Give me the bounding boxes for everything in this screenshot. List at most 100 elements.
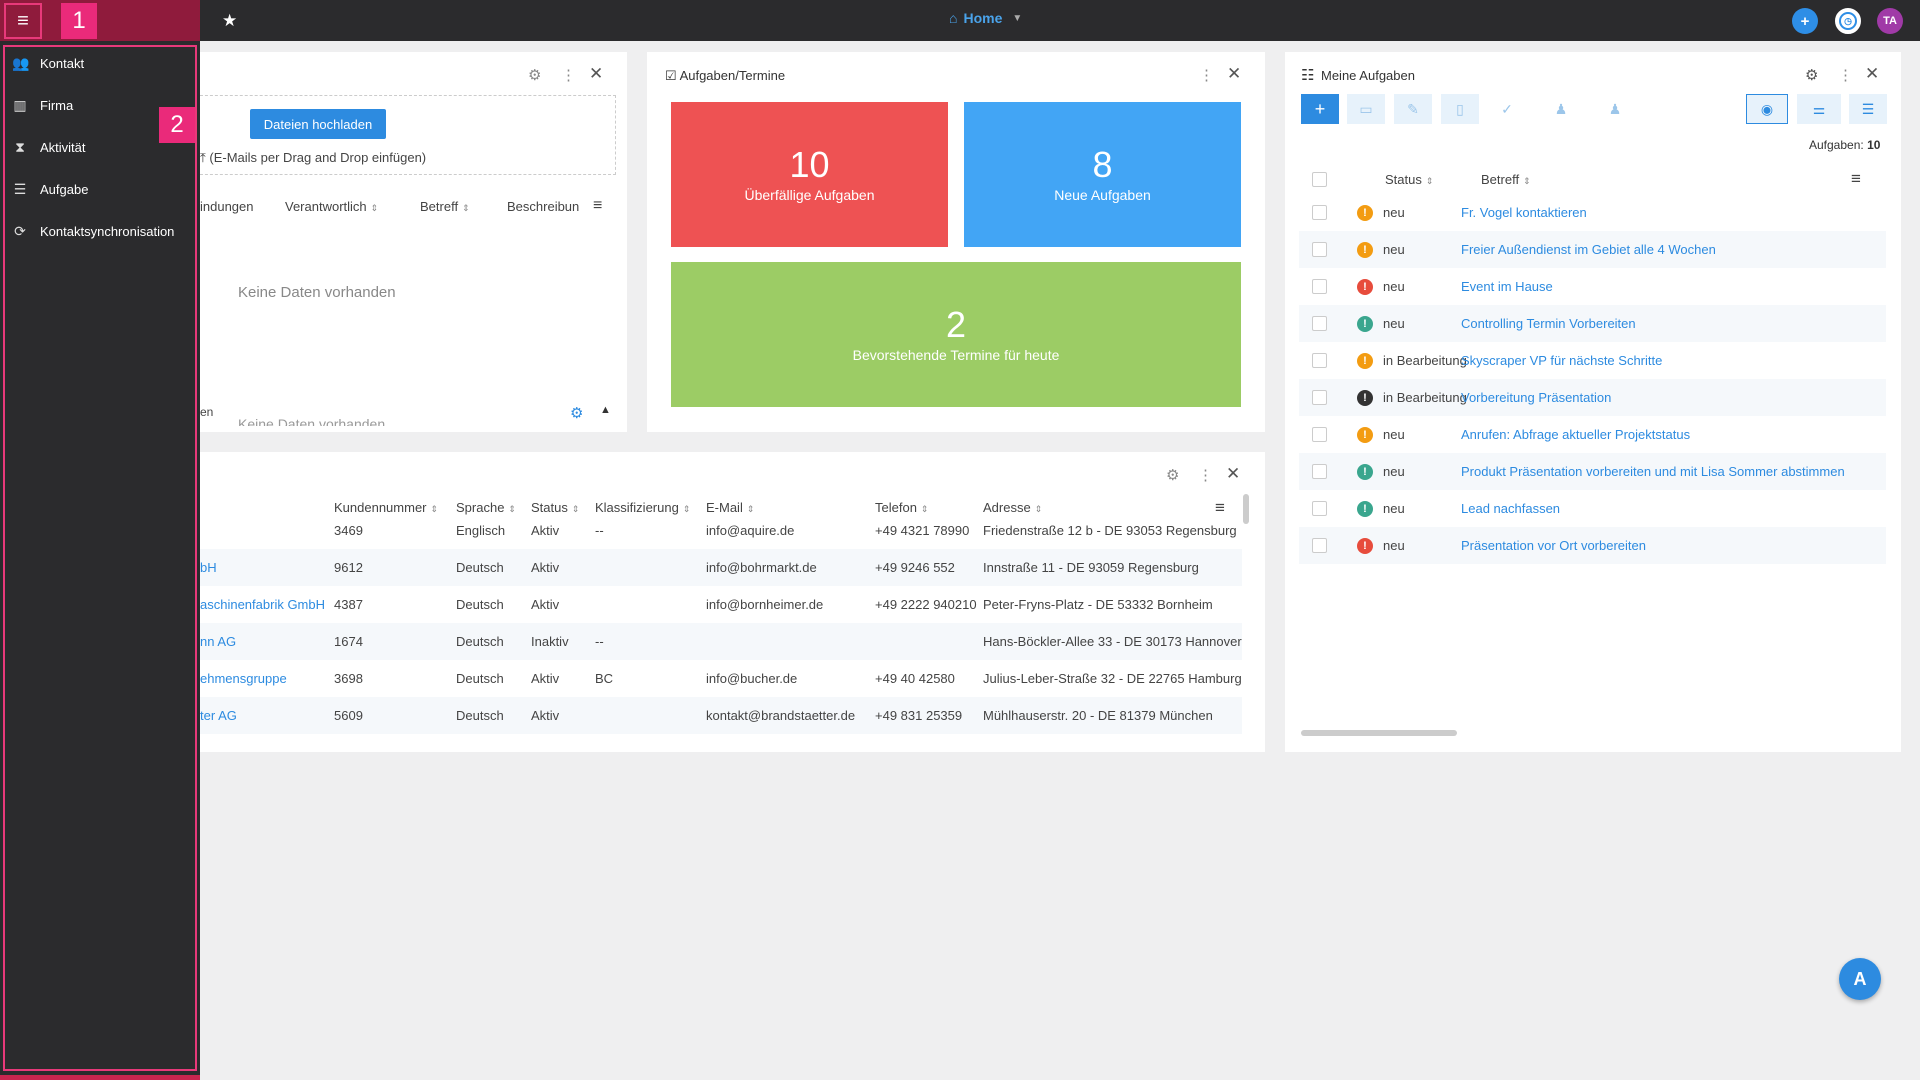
task-row[interactable]: ! neu Produkt Präsentation vorbereiten und… bbox=[1299, 453, 1886, 490]
task-subject-link[interactable]: Präsentation vor Ort vorbereiten bbox=[1461, 538, 1646, 553]
sidebar-item-aufgabe[interactable]: ☰ Aufgabe bbox=[12, 181, 89, 198]
row-checkbox[interactable] bbox=[1312, 316, 1327, 331]
home-menu[interactable]: ⌂ Home ▼ bbox=[949, 10, 1022, 26]
task-status: neu bbox=[1383, 279, 1405, 294]
column-header[interactable]: Verantwortlich ⇕ bbox=[285, 199, 378, 214]
task-subject-link[interactable]: Event im Hause bbox=[1461, 279, 1553, 294]
filter-settings-icon[interactable]: ⚌ bbox=[1797, 94, 1841, 124]
row-checkbox[interactable] bbox=[1312, 279, 1327, 294]
add-task-button[interactable]: + bbox=[1301, 94, 1339, 124]
task-subject-link[interactable]: Controlling Termin Vorbereiten bbox=[1461, 316, 1636, 331]
task-subject-link[interactable]: Vorbereitung Präsentation bbox=[1461, 390, 1611, 405]
add-icon[interactable]: + bbox=[1792, 8, 1818, 34]
task-row[interactable]: ! neu Lead nachfassen bbox=[1299, 490, 1886, 527]
column-header[interactable]: Betreff ⇕ bbox=[420, 199, 470, 214]
table-row[interactable]: ehmensgruppe 3698 Deutsch Aktiv BC info@… bbox=[200, 660, 1242, 697]
task-subject-link[interactable]: Anrufen: Abfrage aktueller Projektstatus bbox=[1461, 427, 1690, 442]
table-row[interactable]: bH 9612 Deutsch Aktiv info@bohrmarkt.de … bbox=[200, 549, 1242, 586]
more-vertical-icon[interactable]: ⋮ bbox=[1199, 66, 1214, 84]
list-view-icon[interactable]: ☰ bbox=[1849, 94, 1887, 124]
favorites-star-icon[interactable]: ★ bbox=[222, 11, 237, 31]
close-icon[interactable]: ✕ bbox=[1226, 464, 1240, 484]
task-subject-link[interactable]: Fr. Vogel kontaktieren bbox=[1461, 205, 1587, 220]
task-row[interactable]: ! neu Event im Hause bbox=[1299, 268, 1886, 305]
task-subject-link[interactable]: Lead nachfassen bbox=[1461, 501, 1560, 516]
close-icon[interactable]: ✕ bbox=[1865, 64, 1879, 84]
sidebar-item-firma[interactable]: ▥ Firma bbox=[12, 97, 73, 114]
table-row[interactable]: aschinenfabrik GmbH 4387 Deutsch Aktiv i… bbox=[200, 586, 1242, 623]
task-subject-link[interactable]: Skyscraper VP für nächste Schritte bbox=[1461, 353, 1662, 368]
row-checkbox[interactable] bbox=[1312, 427, 1327, 442]
task-subject-link[interactable]: Produkt Präsentation vorbereiten und mit… bbox=[1461, 464, 1845, 479]
task-row[interactable]: ! in Bearbeitung Skyscraper VP für nächste… bbox=[1299, 342, 1886, 379]
folder-icon[interactable]: ▭ bbox=[1347, 94, 1385, 124]
tile-number: 8 bbox=[1092, 143, 1113, 185]
column-header[interactable]: Beschreibun bbox=[507, 199, 587, 214]
row-checkbox[interactable] bbox=[1312, 205, 1327, 220]
sync-icon: ⟳ bbox=[14, 223, 26, 239]
task-row[interactable]: ! neu Controlling Termin Vorbereiten bbox=[1299, 305, 1886, 342]
contacts-icon: 👥 bbox=[12, 55, 30, 71]
close-icon[interactable]: ✕ bbox=[1227, 64, 1241, 84]
row-checkbox[interactable] bbox=[1312, 242, 1327, 257]
task-row[interactable]: ! neu Präsentation vor Ort vorbereiten bbox=[1299, 527, 1886, 564]
panel-title: ☑ Aufgaben/Termine bbox=[665, 68, 786, 83]
column-header-status[interactable]: Status ⇕ bbox=[1385, 172, 1433, 187]
user-icon[interactable]: ♟ bbox=[1542, 94, 1580, 124]
collapse-icon[interactable]: ▲ bbox=[600, 404, 611, 416]
close-icon[interactable]: ✕ bbox=[589, 64, 603, 84]
column-menu-icon[interactable]: ≡ bbox=[593, 197, 602, 215]
chevron-down-icon: ▼ bbox=[1012, 12, 1023, 24]
column-menu-icon[interactable]: ≡ bbox=[1851, 169, 1861, 189]
sidebar-item-label: Kontaktsynchronisation bbox=[40, 224, 175, 239]
priority-icon: ! bbox=[1357, 464, 1373, 480]
upcoming-appointments-tile[interactable]: 2 Bevorstehende Termine für heute bbox=[671, 262, 1241, 407]
overdue-tasks-tile[interactable]: 10 Überfällige Aufgaben bbox=[671, 102, 948, 247]
user-remove-icon[interactable]: ♟ bbox=[1596, 94, 1634, 124]
task-row[interactable]: ! neu Fr. Vogel kontaktieren bbox=[1299, 194, 1886, 231]
sidebar-item-aktivitaet[interactable]: ⧗ Aktivität bbox=[12, 139, 86, 156]
row-checkbox[interactable] bbox=[1312, 390, 1327, 405]
task-row[interactable]: ! neu Anrufen: Abfrage aktueller Projektst… bbox=[1299, 416, 1886, 453]
more-vertical-icon[interactable]: ⋮ bbox=[1838, 66, 1853, 84]
view-icon[interactable]: ◉ bbox=[1746, 94, 1788, 124]
avatar[interactable]: TA bbox=[1877, 8, 1903, 34]
column-header-subject[interactable]: Betreff ⇕ bbox=[1481, 172, 1531, 187]
edit-icon[interactable]: ✎ bbox=[1394, 94, 1432, 124]
table-row[interactable]: nn AG 1674 Deutsch Inaktiv -- Hans-Böckl… bbox=[200, 623, 1242, 660]
column-header[interactable]: indungen bbox=[200, 199, 254, 214]
row-checkbox[interactable] bbox=[1312, 464, 1327, 479]
more-vertical-icon[interactable]: ⋮ bbox=[561, 66, 576, 84]
task-row[interactable]: ! neu Freier Außendienst im Gebiet alle 4 … bbox=[1299, 231, 1886, 268]
task-status: neu bbox=[1383, 427, 1405, 442]
new-tasks-tile[interactable]: 8 Neue Aufgaben bbox=[964, 102, 1241, 247]
sidebar-item-kontaktsynchronisation[interactable]: ⟳ Kontaktsynchronisation bbox=[12, 223, 174, 240]
sort-icon: ⇕ bbox=[1425, 176, 1434, 186]
more-vertical-icon[interactable]: ⋮ bbox=[1198, 466, 1213, 484]
row-checkbox[interactable] bbox=[1312, 538, 1327, 553]
companies-table-body: 3469 Englisch Aktiv -- info@aquire.de +4… bbox=[200, 512, 1245, 737]
settings-icon[interactable]: ⚙ bbox=[1166, 466, 1179, 484]
sidebar-item-label: Aufgabe bbox=[40, 182, 89, 197]
home-label: Home bbox=[963, 10, 1003, 26]
select-all-checkbox[interactable] bbox=[1312, 172, 1327, 187]
settings-icon[interactable]: ⚙ bbox=[1805, 66, 1818, 84]
upload-files-button[interactable]: Dateien hochladen bbox=[250, 109, 386, 139]
task-row[interactable]: ! in Bearbeitung Vorbereitung Präsentation bbox=[1299, 379, 1886, 416]
task-subject-link[interactable]: Freier Außendienst im Gebiet alle 4 Woch… bbox=[1461, 242, 1716, 257]
hamburger-menu-icon[interactable]: ≡ bbox=[4, 3, 42, 39]
table-row[interactable]: 3469 Englisch Aktiv -- info@aquire.de +4… bbox=[200, 512, 1242, 549]
horizontal-scrollbar[interactable] bbox=[1301, 730, 1457, 736]
row-checkbox[interactable] bbox=[1312, 353, 1327, 368]
assistant-fab-icon[interactable]: A bbox=[1839, 958, 1881, 1000]
delete-icon[interactable]: ▯ bbox=[1441, 94, 1479, 124]
checkmark-icon[interactable]: ✓ bbox=[1488, 94, 1526, 124]
table-row[interactable]: ter AG 5609 Deutsch Aktiv kontakt@brands… bbox=[200, 697, 1242, 734]
tile-number: 2 bbox=[945, 303, 967, 345]
settings-icon[interactable]: ⚙ bbox=[570, 404, 583, 422]
sidebar-item-kontakt[interactable]: 👥 Kontakt bbox=[12, 55, 84, 72]
settings-icon[interactable]: ⚙ bbox=[528, 66, 541, 84]
row-checkbox[interactable] bbox=[1312, 501, 1327, 516]
history-icon[interactable]: ◷ bbox=[1835, 8, 1861, 34]
sidebar-item-label: Aktivität bbox=[40, 140, 86, 155]
